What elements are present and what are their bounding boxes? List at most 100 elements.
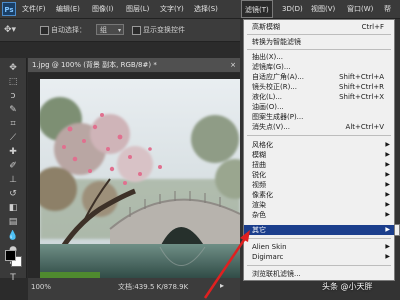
submenu-arrow-icon: ▶ <box>385 161 390 168</box>
menu-item-label: 图案生成器(P)... <box>252 113 304 121</box>
crop-tool-icon[interactable]: ⌗ <box>4 118 22 131</box>
menu-item-label: Digimarc <box>252 253 284 261</box>
show-transform-checkbox[interactable] <box>132 25 141 35</box>
show-transform-option[interactable]: 显示变换控件 <box>132 24 185 36</box>
menu-window[interactable]: 窗口(W) <box>347 0 373 18</box>
menu-3d[interactable]: 3D(D) <box>282 0 303 18</box>
show-transform-label: 显示变换控件 <box>143 26 185 34</box>
menu-help[interactable]: 帮 <box>384 0 391 18</box>
blur-tool-icon[interactable]: 💧 <box>4 230 22 243</box>
menu-item-label: 消失点(V)... <box>252 123 290 131</box>
menu-item-pattern-maker[interactable]: 图案生成器(P)... <box>244 112 394 122</box>
foreground-color-swatch[interactable] <box>5 250 16 261</box>
chevron-down-icon: ▾ <box>117 27 121 34</box>
document-photo <box>40 79 240 279</box>
menu-item-lens-correction[interactable]: 镜头校正(R)... Shift+Ctrl+R <box>244 82 394 92</box>
menu-separator <box>247 238 391 239</box>
menu-item-other[interactable]: 其它 ▶ <box>244 225 394 235</box>
options-bar: ✥▾ 自动选择： 组 ▾ 显示变换控件 <box>0 19 240 42</box>
menu-item-distort[interactable]: 扭曲 ▶ <box>244 160 394 170</box>
healing-tool-icon[interactable]: ✚ <box>4 146 22 159</box>
menu-item-filter-gallery[interactable]: 滤镜库(G)... <box>244 62 394 72</box>
move-tool-icon[interactable]: ✥ <box>4 62 22 75</box>
menu-item-pixelate[interactable]: 像素化 ▶ <box>244 190 394 200</box>
watermark: 头条 @小天胖 <box>322 282 373 291</box>
menu-item-label: 滤镜库(G)... <box>252 63 291 71</box>
toolbox: ✥ ⬚ ↄ ✎ ⌗ ⟋ ✚ ✐ ⊥ ↺ ◧ ▤ 💧 ● ✒ T <box>0 58 27 283</box>
menu-item-liquify[interactable]: 液化(L)... Shift+Ctrl+X <box>244 92 394 102</box>
menu-item-adaptive-wide-angle[interactable]: 自适应广角(A)... Shift+Ctrl+A <box>244 72 394 82</box>
menu-item-shortcut: Alt+Ctrl+V <box>345 123 384 131</box>
auto-select-checkbox[interactable] <box>40 25 49 35</box>
menu-item-video[interactable]: 视频 ▶ <box>244 180 394 190</box>
menu-item-noise[interactable]: 杂色 ▶ <box>244 210 394 220</box>
menu-separator <box>247 135 391 136</box>
submenu-arrow-icon: ▶ <box>385 211 390 218</box>
eraser-tool-icon[interactable]: ◧ <box>4 202 22 215</box>
menu-item-label: 转换为智能滤镜 <box>252 38 301 46</box>
menu-view[interactable]: 视图(V) <box>311 0 335 18</box>
menu-item-oil-paint[interactable]: 油画(O)... <box>244 102 394 112</box>
auto-select-value: 组 <box>100 26 107 34</box>
menu-filter[interactable]: 滤镜(T) <box>241 0 273 18</box>
submenu-arrow-icon: ▶ <box>385 151 390 158</box>
menu-item-vanishing-point[interactable]: 消失点(V)... Alt+Ctrl+V <box>244 122 394 132</box>
menu-separator <box>247 34 391 35</box>
move-tool-preset-icon[interactable]: ✥▾ <box>4 24 16 36</box>
menu-item-digimarc[interactable]: Digimarc ▶ <box>244 252 394 262</box>
menu-item-shortcut: Shift+Ctrl+X <box>339 93 384 101</box>
submenu-arrow-icon: ▶ <box>385 226 390 233</box>
menu-item-label: 镜头校正(R)... <box>252 83 298 91</box>
menu-select[interactable]: 选择(S) <box>194 0 218 18</box>
submenu-arrow-icon: ▶ <box>385 201 390 208</box>
menu-item-label: 高斯模糊 <box>252 23 280 31</box>
menu-file[interactable]: 文件(F) <box>22 0 46 18</box>
photoshop-logo[interactable]: Ps <box>2 2 16 16</box>
menu-item-label: 视频 <box>252 181 266 189</box>
menu-item-label: 浏览联机滤镜... <box>252 270 301 278</box>
submenu-arrow-icon: ▶ <box>385 171 390 178</box>
clone-stamp-tool-icon[interactable]: ⊥ <box>4 174 22 187</box>
menu-image[interactable]: 图像(I) <box>92 0 114 18</box>
menu-item-label: Alien Skin <box>252 243 287 251</box>
menu-item-label: 油画(O)... <box>252 103 284 111</box>
type-tool-icon[interactable]: T <box>4 272 22 285</box>
auto-select-dropdown[interactable]: 组 ▾ <box>96 24 124 35</box>
menu-item-sharpen[interactable]: 锐化 ▶ <box>244 170 394 180</box>
menu-item-label: 抽出(X)... <box>252 53 283 61</box>
menu-layer[interactable]: 图层(L) <box>126 0 149 18</box>
menu-item-extract[interactable]: 抽出(X)... <box>244 52 394 62</box>
menu-item-label: 锐化 <box>252 171 266 179</box>
menu-item-label: 风格化 <box>252 141 273 149</box>
menu-item-shortcut: Shift+Ctrl+R <box>339 83 384 91</box>
brush-tool-icon[interactable]: ✐ <box>4 160 22 173</box>
zoom-level[interactable]: 100% <box>31 280 51 294</box>
menu-item-alien-skin[interactable]: Alien Skin ▶ <box>244 242 394 252</box>
close-icon[interactable]: × <box>230 58 236 72</box>
marquee-tool-icon[interactable]: ⬚ <box>4 76 22 89</box>
lasso-tool-icon[interactable]: ↄ <box>4 90 22 103</box>
chevron-right-icon[interactable]: ▸ <box>220 279 224 293</box>
canvas-area[interactable] <box>28 73 240 279</box>
auto-select-option[interactable]: 自动选择： <box>40 24 86 36</box>
menu-bar: Ps 文件(F) 编辑(E) 图像(I) 图层(L) 文字(Y) 选择(S) 滤… <box>0 0 400 19</box>
menu-item-blur[interactable]: 模糊 ▶ <box>244 150 394 160</box>
submenu-arrow-icon: ▶ <box>385 243 390 250</box>
menu-item-label: 扭曲 <box>252 161 266 169</box>
menu-item-label: 模糊 <box>252 151 266 159</box>
gradient-tool-icon[interactable]: ▤ <box>4 216 22 229</box>
menu-edit[interactable]: 编辑(E) <box>56 0 80 18</box>
document-tab[interactable]: 1.jpg @ 100% (背景 副本, RGB/8#) * × <box>28 58 240 72</box>
menu-separator <box>247 49 391 50</box>
menu-item-stylize[interactable]: 风格化 ▶ <box>244 140 394 150</box>
document-info[interactable]: 文档:439.5 K/878.9K <box>118 280 188 294</box>
quick-select-tool-icon[interactable]: ✎ <box>4 104 22 117</box>
submenu-edge <box>394 224 400 236</box>
menu-item-convert-smart-filter[interactable]: 转换为智能滤镜 <box>244 37 394 47</box>
menu-separator <box>247 265 391 266</box>
menu-item-gaussian-blur[interactable]: 高斯模糊 Ctrl+F <box>244 22 394 32</box>
menu-type[interactable]: 文字(Y) <box>160 0 184 18</box>
menu-item-render[interactable]: 渲染 ▶ <box>244 200 394 210</box>
history-brush-tool-icon[interactable]: ↺ <box>4 188 22 201</box>
eyedropper-tool-icon[interactable]: ⟋ <box>4 132 22 145</box>
